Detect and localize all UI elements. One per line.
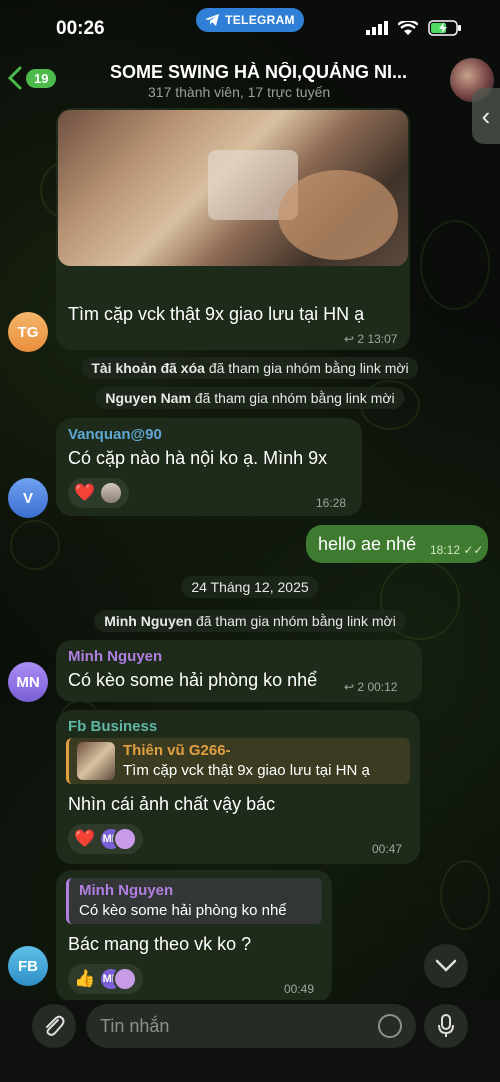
message-text: hello ae nhé bbox=[318, 534, 417, 554]
date-separator: 24 Tháng 12, 2025 bbox=[181, 576, 319, 598]
message-photo[interactable] bbox=[58, 110, 408, 266]
status-bar: 00:26 TELEGRAM bbox=[0, 0, 500, 50]
service-user-name[interactable]: Nguyen Nam bbox=[105, 390, 191, 406]
message-meta: ↩ 2 00:12 bbox=[344, 680, 397, 694]
battery-charging-icon bbox=[428, 20, 461, 36]
scroll-to-bottom-button[interactable] bbox=[424, 944, 468, 988]
service-message: Nguyen Nam đã tham gia nhóm bằng link mờ… bbox=[95, 387, 405, 409]
chevron-left-icon: ‹ bbox=[481, 100, 491, 131]
reaction-emoji: ❤️ bbox=[74, 829, 96, 848]
avatar[interactable]: MN bbox=[8, 662, 48, 702]
reply-text: Có kèo some hải phòng ko nhể bbox=[79, 902, 287, 919]
message-meta: ↩ 2 13:07 bbox=[344, 332, 397, 346]
service-text: đã tham gia nhóm bằng link mời bbox=[192, 613, 396, 629]
reactions: 👍 MN bbox=[68, 964, 144, 994]
reply-count: 2 bbox=[357, 332, 365, 346]
avatar[interactable]: TG bbox=[8, 312, 48, 352]
message-sender[interactable]: Vanquan@90 bbox=[68, 426, 162, 443]
status-time: 00:26 bbox=[56, 18, 105, 39]
message-bubble[interactable]: Fb Business Thiên vũ G266- Tìm cặp vck t… bbox=[56, 710, 420, 864]
message-bubble[interactable]: Minh Nguyen Có kèo some hải phòng ko nhể… bbox=[56, 640, 422, 702]
attach-button[interactable] bbox=[32, 1004, 76, 1048]
message-text: Bác mang theo vk ko ? bbox=[68, 934, 252, 954]
message-text: Tìm cặp vck thật 9x giao lưu tại HN ạ bbox=[68, 304, 365, 324]
side-panel-handle[interactable]: ‹ bbox=[472, 88, 500, 144]
double-check-icon: ✓✓ bbox=[463, 543, 484, 557]
service-message: Minh Nguyen đã tham gia nhóm bằng link m… bbox=[94, 610, 406, 632]
reply-preview[interactable]: Minh Nguyen Có kèo some hải phòng ko nhể bbox=[66, 878, 322, 924]
back-button[interactable]: 19 bbox=[8, 66, 57, 90]
message-time: 16:28 bbox=[316, 496, 347, 510]
message-time: 18:12 bbox=[430, 543, 461, 557]
service-text: đã tham gia nhóm bằng link mời bbox=[204, 360, 409, 376]
chat-subtitle: 317 thành viên, 17 trực tuyến bbox=[148, 84, 331, 100]
reply-sender: Thiên vũ G266- bbox=[123, 742, 231, 759]
voice-record-button[interactable] bbox=[424, 1004, 468, 1048]
telegram-pill[interactable]: TELEGRAM bbox=[196, 8, 304, 32]
chat-title[interactable]: SOME SWING HÀ NỘI,QUẢNG NI... bbox=[110, 62, 440, 83]
avatar[interactable]: FB bbox=[8, 946, 48, 986]
reply-count: 2 bbox=[357, 680, 365, 694]
service-user-name[interactable]: Minh Nguyen bbox=[104, 613, 192, 629]
reactor-avatar bbox=[99, 481, 124, 505]
microphone-icon bbox=[438, 1014, 454, 1037]
message-text: Có kèo some hải phòng ko nhể bbox=[68, 670, 318, 690]
reply-preview[interactable]: Thiên vũ G266- Tìm cặp vck thật 9x giao … bbox=[66, 738, 410, 784]
message-input-placeholder: Tin nhắn bbox=[100, 1016, 170, 1036]
message-sender[interactable]: Fb Business bbox=[68, 718, 157, 735]
message-text: Nhìn cái ảnh chất vậy bác bbox=[68, 794, 276, 814]
message-text: Có cặp nào hà nội ko ạ. Mình 9x bbox=[68, 448, 328, 468]
cellular-signal-icon bbox=[366, 21, 388, 35]
service-text: đã tham gia nhóm bằng link mời bbox=[190, 390, 395, 406]
reaction-pill[interactable]: ❤️ MN bbox=[68, 824, 144, 854]
reactor-avatar bbox=[113, 967, 138, 991]
reactions: ❤️ bbox=[68, 478, 130, 508]
avatar[interactable]: V bbox=[8, 478, 48, 518]
reactor-avatar bbox=[113, 827, 138, 851]
reply-sender: Minh Nguyen bbox=[79, 882, 174, 899]
chevron-left-icon bbox=[8, 66, 22, 90]
reply-arrow-icon: ↩ bbox=[344, 680, 355, 694]
reaction-pill[interactable]: 👍 MN bbox=[68, 964, 144, 994]
message-time: 00:49 bbox=[284, 982, 315, 996]
service-user-name[interactable]: Tài khoản đã xóa bbox=[91, 360, 205, 376]
reply-thumbnail bbox=[77, 742, 115, 780]
reaction-emoji: ❤️ bbox=[74, 483, 96, 502]
wifi-icon bbox=[398, 20, 418, 35]
paperclip-icon bbox=[46, 1015, 65, 1036]
reaction-emoji: 👍 bbox=[74, 969, 96, 988]
message-composer: Tin nhắn bbox=[0, 1000, 500, 1082]
message-input[interactable]: Tin nhắn bbox=[86, 1004, 416, 1048]
telegram-pill-label: TELEGRAM bbox=[225, 13, 295, 27]
message-time: 00:47 bbox=[372, 842, 403, 856]
service-message: Tài khoản đã xóa đã tham gia nhóm bằng l… bbox=[81, 357, 419, 379]
unread-count-badge: 19 bbox=[26, 68, 57, 88]
reaction-pill[interactable]: ❤️ bbox=[68, 478, 130, 508]
paper-plane-icon bbox=[205, 14, 220, 26]
message-sender[interactable]: Minh Nguyen bbox=[68, 648, 162, 665]
message-bubble[interactable]: Vanquan@90 Có cặp nào hà nội ko ạ. Mình … bbox=[56, 418, 362, 516]
reply-arrow-icon: ↩ bbox=[344, 332, 355, 346]
message-bubble[interactable]: Minh Nguyen Có kèo some hải phòng ko nhể… bbox=[56, 870, 332, 1002]
message-meta: 18:12 ✓✓ bbox=[430, 543, 483, 557]
sticker-icon[interactable] bbox=[378, 1014, 402, 1038]
reactions: ❤️ MN bbox=[68, 824, 144, 854]
reply-text: Tìm cặp vck thật 9x giao lưu tại HN ạ bbox=[123, 762, 370, 779]
chevron-down-icon bbox=[435, 959, 457, 972]
message-bubble[interactable]: Tìm cặp vck thật 9x giao lưu tại HN ạ ↩ … bbox=[56, 108, 410, 350]
message-time: 00:12 bbox=[367, 680, 398, 694]
message-time: 13:07 bbox=[367, 332, 398, 346]
outgoing-message-bubble[interactable]: hello ae nhé 18:12 ✓✓ bbox=[306, 525, 488, 563]
chat-header: 19 SOME SWING HÀ NỘI,QUẢNG NI... 317 thà… bbox=[0, 50, 500, 108]
